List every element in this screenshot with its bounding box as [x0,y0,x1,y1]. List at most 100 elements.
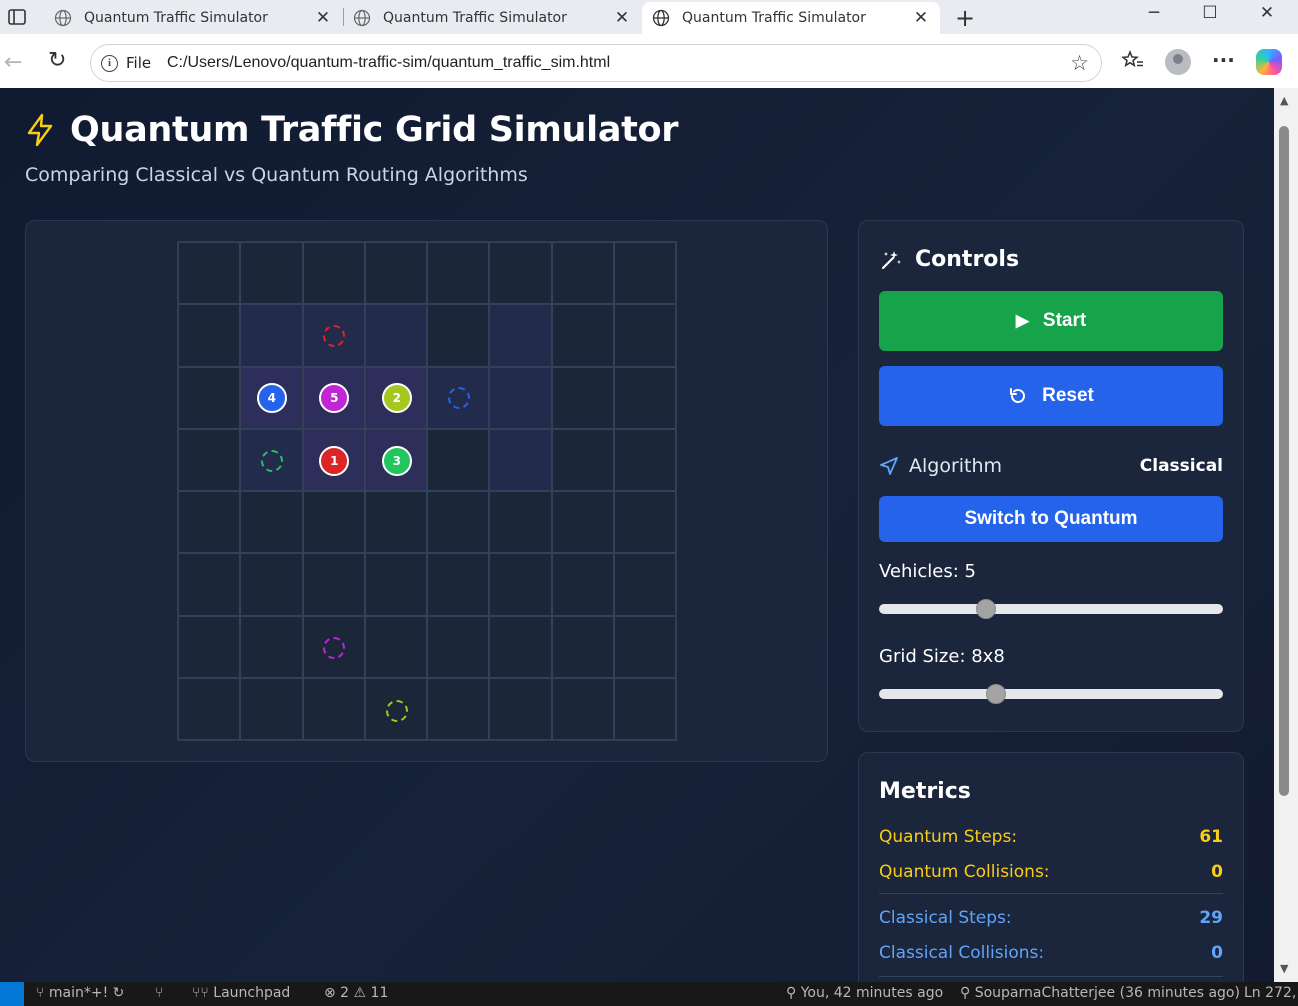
algorithm-label: Algorithm [909,455,1003,477]
branch-status[interactable]: ⑂ main*+! ↻ [36,985,124,1001]
gridsize-slider-thumb[interactable] [985,684,1006,704]
vehicles-label: Vehicles: 5 [879,561,976,582]
quantum-steps-value: 61 [1199,827,1223,847]
grid-cell [551,242,614,305]
scheme-label: File [126,54,152,72]
url-text[interactable]: C:/Users/Lenovo/quantum-traffic-sim/quan… [167,54,610,72]
sync-icon[interactable]: ↻ [113,985,125,1001]
grid-cell [489,428,552,491]
back-icon[interactable]: ← [4,50,22,75]
header: Quantum Traffic Grid Simulator [25,110,679,150]
more-icon[interactable]: ··· [1212,48,1235,72]
simulation-panel: 12345 [25,220,828,762]
info-icon[interactable]: i [101,55,118,72]
grid-cell [613,553,676,616]
controls-panel: Controls ▶ Start Reset Algorithm Classic… [858,220,1244,732]
new-tab-button[interactable]: + [952,4,978,32]
classical-steps-label: Classical Steps: [879,908,1012,928]
switch-algorithm-button[interactable]: Switch to Quantum [879,496,1223,542]
grid-cell [427,304,490,367]
grid-cell [489,615,552,678]
vehicle-marker: 1 [319,445,350,476]
grid-cell [178,366,241,429]
grid-cell [551,366,614,429]
reload-icon[interactable]: ↻ [48,48,66,73]
play-icon: ▶ [1015,311,1029,330]
status-bar: ⑂ main*+! ↻ ⑂ ⑂⑂ Launchpad ⊗ 2 ⚠ 11 ⚲ Yo… [0,982,1298,1006]
favorites-icon[interactable] [1121,49,1144,75]
location-icon: ⚲ [960,985,971,1001]
close-tab-icon[interactable]: ✕ [912,8,930,28]
vehicle-marker: 4 [256,383,287,414]
grid-cell [489,491,552,554]
scroll-up-icon[interactable]: ▲ [1280,94,1288,107]
grid-cell [178,304,241,367]
close-window-button[interactable]: ✕ [1244,3,1290,23]
algorithm-row: Algorithm Classical [879,455,1223,477]
scroll-down-icon[interactable]: ▼ [1280,962,1288,975]
grid-cell [240,615,303,678]
address-bar[interactable]: i File C:/Users/Lenovo/quantum-traffic-s… [90,44,1102,82]
browser-tab-2[interactable]: Quantum Traffic Simulator ✕ [343,2,641,34]
start-button[interactable]: ▶ Start [879,291,1223,351]
start-label: Start [1042,310,1087,331]
vehicles-slider[interactable] [879,599,1223,619]
grid-cell [427,553,490,616]
cursor-position[interactable]: Ln 272, [1244,985,1296,1001]
grid-cell [302,491,365,554]
grid-cell [364,242,427,305]
launchpad-status[interactable]: ⑂⑂ Launchpad [192,985,290,1001]
globe-icon [353,9,371,27]
grid-cell [489,553,552,616]
classical-collisions-row: Classical Collisions: 0 [879,943,1223,963]
compare-icon[interactable]: ⑂ [155,985,163,1001]
grid-cell [551,615,614,678]
grid-cell [178,428,241,491]
minimize-button[interactable]: ─ [1131,3,1177,23]
classical-collisions-value: 0 [1211,943,1223,963]
grid-cell [551,304,614,367]
quantum-steps-label: Quantum Steps: [879,827,1018,847]
grid-cell [302,677,365,740]
grid-cell [178,553,241,616]
grid-cell [489,366,552,429]
remote-indicator[interactable] [0,982,24,1006]
profile-icon[interactable] [1165,49,1191,75]
grid-cell [427,615,490,678]
page-title: Quantum Traffic Grid Simulator [70,110,679,150]
reset-button[interactable]: Reset [879,366,1223,426]
grid-cell [613,366,676,429]
grid-cell [302,553,365,616]
vehicles-slider-thumb[interactable] [975,599,996,619]
gridsize-slider[interactable] [879,684,1223,704]
controls-title: Controls [915,247,1020,272]
launchpad-label: Launchpad [213,985,291,1001]
browser-tab-3-active[interactable]: Quantum Traffic Simulator ✕ [642,2,940,34]
problems-status[interactable]: ⊗ 2 ⚠ 11 [324,985,388,1001]
maximize-button[interactable]: ☐ [1187,3,1233,23]
location-icon: ⚲ [786,985,797,1001]
close-tab-icon[interactable]: ✕ [613,8,631,28]
close-tab-icon[interactable]: ✕ [314,8,332,28]
blame-text: You, 42 minutes ago [800,985,944,1001]
grid-cell [427,677,490,740]
grid-cell [364,553,427,616]
grid-cell [613,428,676,491]
grid-cell [613,304,676,367]
copilot-icon[interactable] [1256,49,1282,75]
scrollbar-thumb[interactable] [1279,126,1289,796]
algorithm-value: Classical [1139,456,1223,476]
globe-icon [54,9,72,27]
tab-actions-icon [8,9,26,25]
blame-status[interactable]: ⚲ You, 42 minutes ago [786,985,943,1001]
grid-cell [613,491,676,554]
tab-actions-button[interactable] [0,0,34,34]
favorite-star-icon[interactable]: ☆ [1070,51,1089,75]
launchpad-icon: ⑂⑂ [192,985,209,1001]
author-text: SouparnaChatterjee (36 minutes ago) [974,985,1240,1001]
author-status[interactable]: ⚲ SouparnaChatterjee (36 minutes ago) [960,985,1240,1001]
page-body: Quantum Traffic Grid Simulator Comparing… [0,88,1274,982]
controls-heading: Controls [879,247,1019,272]
browser-tab-1[interactable]: Quantum Traffic Simulator ✕ [44,2,342,34]
grid-cell [551,428,614,491]
